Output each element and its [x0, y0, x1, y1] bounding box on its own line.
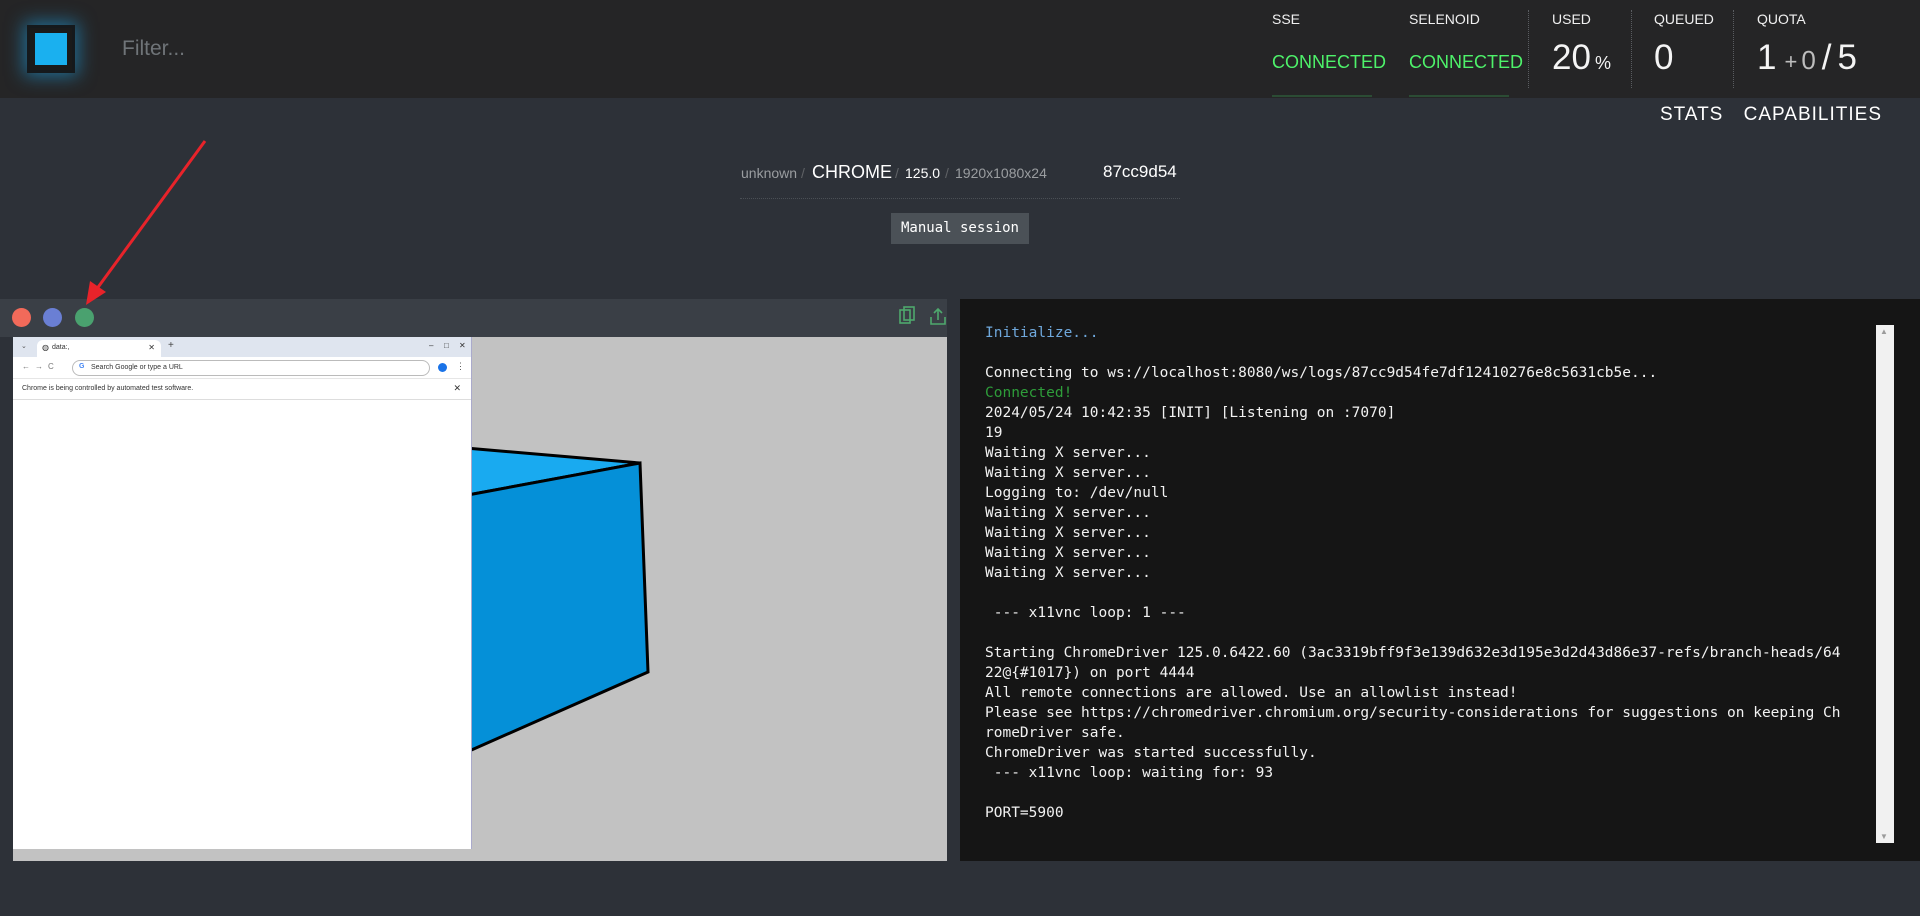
queued-label: QUEUED: [1654, 11, 1714, 27]
automation-info-text: Chrome is being controlled by automated …: [22, 385, 194, 392]
window-maximize-icon[interactable]: □: [444, 341, 449, 350]
main-nav: STATS CAPABILITIES: [1646, 104, 1882, 126]
quota-label: QUOTA: [1757, 11, 1806, 27]
globe-icon: ◍: [42, 343, 49, 352]
chrome-toolbar: ←→C G Search Google or type a URL ⋮: [13, 357, 471, 379]
scroll-down-icon[interactable]: ▼: [1880, 832, 1888, 841]
info-bar-close-icon[interactable]: ✕: [453, 383, 461, 394]
quota-used: 1: [1757, 38, 1777, 77]
tab-search-icon[interactable]: ⌄: [21, 342, 27, 350]
vnc-toolbar: [0, 299, 947, 337]
new-tab-icon[interactable]: +: [168, 340, 174, 351]
window-close-icon[interactable]: ✕: [459, 341, 466, 350]
separator: /: [945, 165, 949, 181]
selenoid-label: SELENOID: [1409, 11, 1480, 27]
sse-label: SSE: [1272, 11, 1301, 27]
log-init: Initialize...: [985, 325, 1099, 341]
fullscreen-dot-icon[interactable]: [75, 308, 94, 327]
sse-connection-status: CONNECTED: [1272, 52, 1387, 72]
log-lines: 2024/05/24 10:42:35 [INIT] [Listening on…: [985, 405, 1841, 821]
used-value: 20%: [1552, 38, 1611, 78]
nav-capabilities[interactable]: CAPABILITIES: [1744, 104, 1882, 125]
window-minimize-icon[interactable]: –: [429, 341, 433, 350]
chrome-menu-icon[interactable]: ⋮: [456, 361, 465, 372]
chrome-nav-icons[interactable]: ←→C: [22, 362, 59, 371]
upload-icon[interactable]: [928, 305, 948, 327]
profile-icon[interactable]: [438, 363, 447, 372]
log-connecting: Connecting to ws://localhost:8080/ws/log…: [985, 365, 1658, 381]
used-unit: %: [1594, 53, 1611, 73]
session-browser: CHROME: [812, 162, 892, 182]
session-header: unknown / CHROME / 125.0 / 1920x1080x24 …: [740, 160, 1180, 199]
tab-close-icon[interactable]: ✕: [148, 343, 155, 352]
quota-plus: +: [1784, 49, 1798, 74]
filter-input[interactable]: [120, 30, 524, 68]
manual-session-badge: Manual session: [891, 213, 1029, 244]
quota-value: 1 +0/5: [1757, 38, 1857, 78]
nav-stats[interactable]: STATS: [1660, 104, 1723, 125]
chrome-tab[interactable]: ◍ data:, ✕: [37, 340, 161, 357]
scroll-up-icon[interactable]: ▲: [1880, 327, 1888, 336]
log-connected: Connected!: [985, 385, 1073, 401]
selenoid-logo[interactable]: [27, 25, 75, 73]
separator: /: [801, 165, 805, 181]
log-scrollbar[interactable]: ▲ ▼: [1876, 325, 1894, 843]
copy-icon[interactable]: [897, 305, 917, 327]
automation-info-bar: Chrome is being controlled by automated …: [13, 379, 471, 400]
selenoid-connection-status: CONNECTED: [1409, 52, 1524, 72]
omnibox-placeholder: Search Google or type a URL: [91, 364, 183, 371]
divider: [1528, 10, 1529, 88]
close-dot-icon[interactable]: [12, 308, 31, 327]
top-bar: SSE CONNECTED SELENOID CONNECTED USED 20…: [0, 0, 1920, 98]
divider: [1631, 10, 1632, 88]
divider: [1733, 10, 1734, 88]
queued-value: 0: [1654, 38, 1674, 77]
session-platform: unknown: [741, 165, 798, 181]
google-icon: G: [79, 363, 85, 370]
used-label: USED: [1552, 11, 1591, 27]
selenoid-underline: [1409, 95, 1509, 97]
session-version: 125.0: [905, 165, 941, 181]
log-output: Initialize... Connecting to ws://localho…: [985, 323, 1841, 823]
minimize-dot-icon[interactable]: [43, 308, 62, 327]
separator: /: [895, 165, 899, 181]
chrome-tab-title: data:,: [52, 344, 70, 351]
log-panel[interactable]: Initialize... Connecting to ws://localho…: [960, 299, 1920, 861]
session-resolution: 1920x1080x24: [955, 165, 1047, 181]
session-id: 87cc9d54: [1103, 162, 1177, 181]
chrome-omnibox[interactable]: G Search Google or type a URL: [72, 360, 430, 376]
chrome-tab-strip: ⌄ ◍ data:, ✕ + – □ ✕: [13, 337, 471, 357]
quota-separator: /: [1821, 38, 1832, 77]
chrome-window[interactable]: ⌄ ◍ data:, ✕ + – □ ✕ ←→C G Search Google…: [13, 337, 472, 849]
quota-pending: 0: [1801, 45, 1816, 75]
vnc-screen[interactable]: ⌄ ◍ data:, ✕ + – □ ✕ ←→C G Search Google…: [13, 337, 947, 861]
quota-total: 5: [1837, 38, 1857, 77]
sse-underline: [1272, 95, 1372, 97]
used-number: 20: [1552, 38, 1591, 77]
